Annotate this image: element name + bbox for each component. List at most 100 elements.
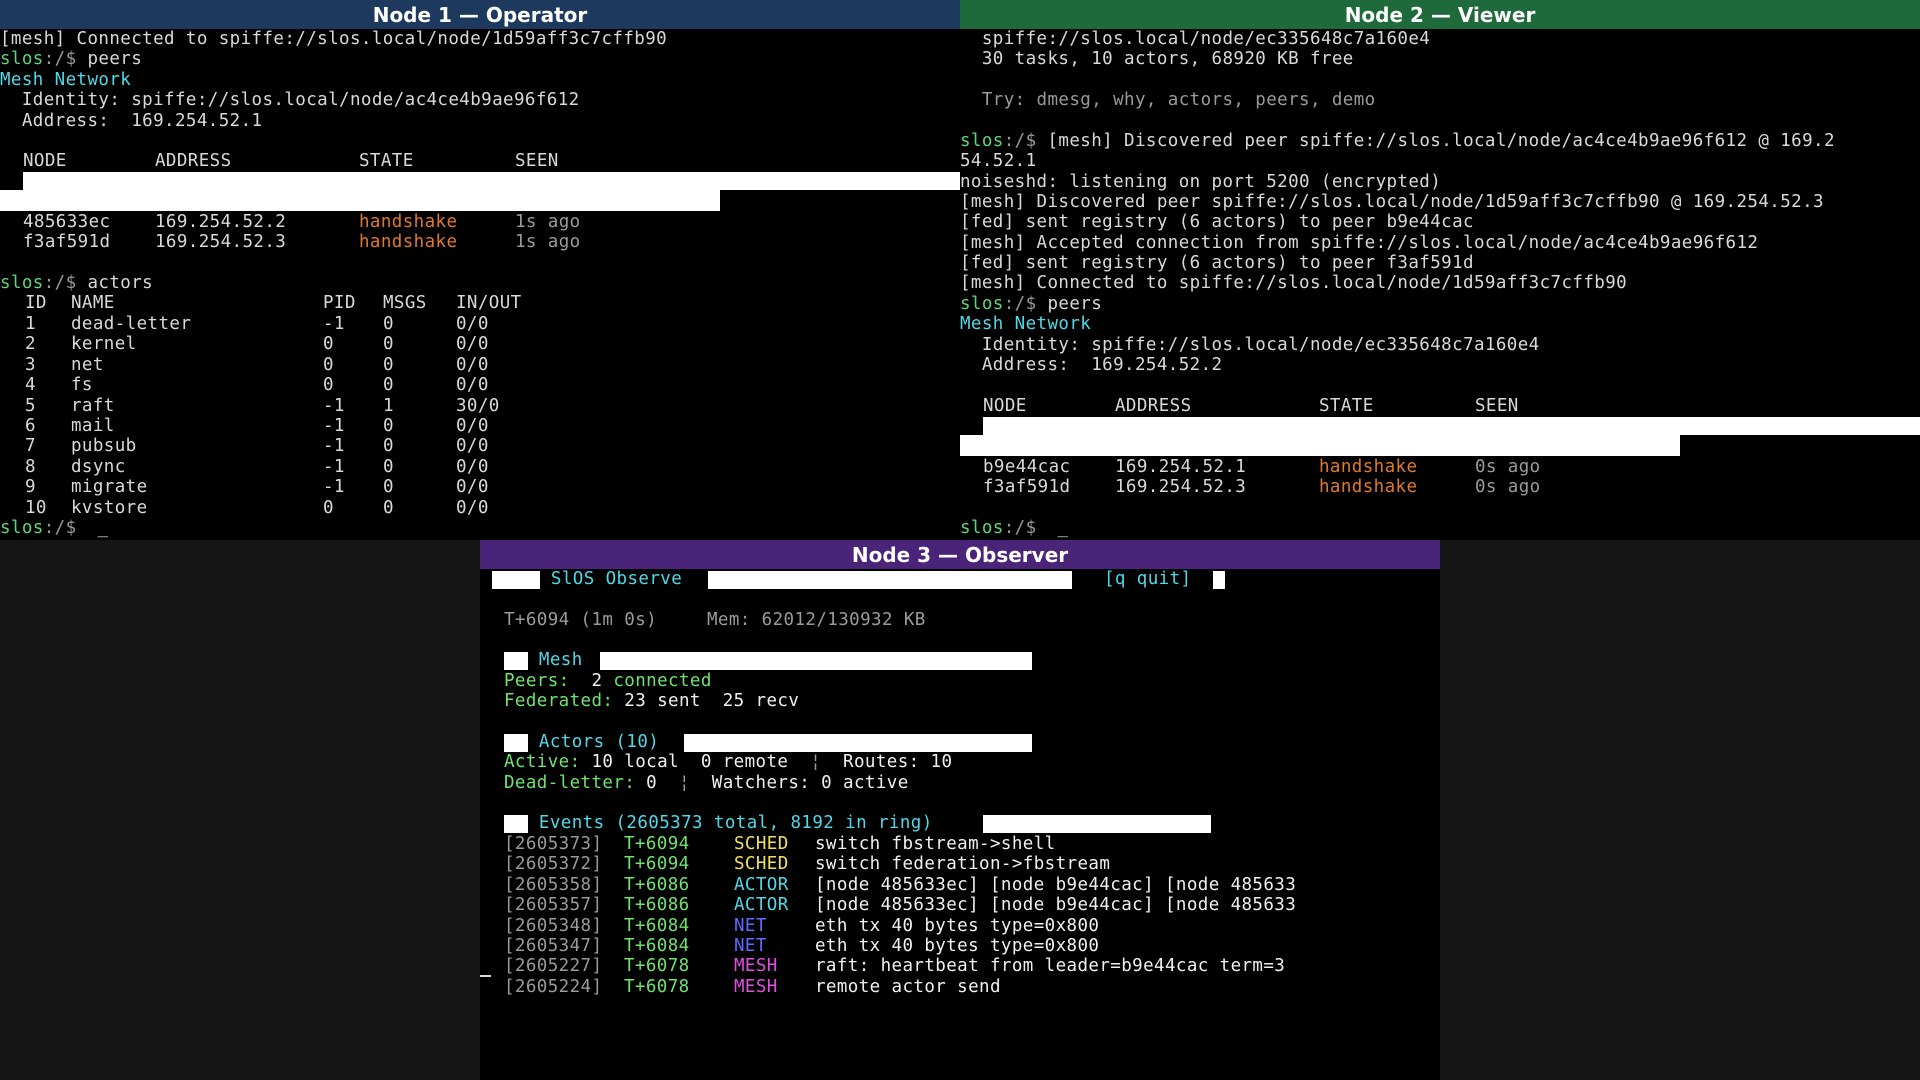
col-state-header: STATE	[1319, 396, 1374, 416]
peers-count: 2	[591, 671, 603, 691]
actor-msgs: 0	[383, 416, 394, 436]
actor-msgs: 0	[383, 314, 394, 334]
actor-name: dsync	[71, 456, 126, 477]
prompt-path: :/$	[1003, 294, 1048, 314]
log-line: 54.52.1	[960, 151, 1037, 171]
actor-id: 1	[25, 314, 36, 334]
quit-button[interactable]: [q quit]	[1104, 569, 1192, 589]
peers-state: connected	[613, 671, 712, 691]
actor-name: migrate	[71, 477, 148, 498]
actor-id: 8	[25, 456, 36, 477]
event-t: T+6094	[624, 854, 690, 875]
actor-id: 4	[25, 375, 36, 396]
actor-msgs: 0	[383, 436, 394, 457]
actor-pid: -1	[323, 416, 345, 436]
node1-pane[interactable]: Node 1 — Operator [mesh] Connected to sp…	[0, 0, 960, 540]
deadletter-row: Dead-letter: 0 ¦ Watchers: 0 active	[504, 773, 909, 793]
peer-seen: 0s ago	[1475, 457, 1541, 477]
actor-id: 7	[25, 436, 36, 457]
actor-io: 0/0	[456, 436, 489, 457]
actor-msgs: 0	[383, 477, 394, 498]
deadletter-value: 0	[646, 773, 658, 793]
event-msg: [node 485633ec] [node b9e44cac] [node 48…	[815, 895, 1297, 916]
section-marker	[504, 734, 528, 752]
actor-io: 0/0	[456, 456, 489, 477]
event-t: T+6086	[624, 895, 690, 916]
node2-terminal[interactable]: spiffe://slos.local/node/ec335648c7a160e…	[960, 29, 1920, 540]
event-t: T+6094	[624, 834, 690, 854]
node3-pane[interactable]: Node 3 — Observer SlOS Observe [q quit] …	[480, 540, 1440, 1080]
peer-node: f3af591d	[23, 232, 111, 252]
col-node-header: NODE	[23, 151, 67, 171]
actor-id: 2	[25, 334, 36, 355]
actor-name: kernel	[71, 334, 137, 355]
actor-io: 30/0	[456, 395, 500, 416]
col-seen-header: SEEN	[515, 151, 559, 171]
prompt-path: :/$	[43, 273, 88, 293]
separator-bar	[0, 190, 720, 211]
prompt-host: slos	[0, 518, 44, 538]
actor-msgs: 0	[383, 497, 394, 518]
actor-name: mail	[71, 416, 115, 436]
event-id: [2605373]	[504, 834, 603, 854]
log-line: [mesh] Discovered peer spiffe://slos.loc…	[960, 192, 1824, 212]
actor-msgs: 0	[383, 354, 394, 375]
events-section-header: Events (2605373 total, 8192 in ring)	[528, 813, 944, 833]
cursor: _	[1057, 518, 1069, 538]
peer-state: handshake	[359, 212, 458, 232]
actor-name: fs	[71, 375, 93, 396]
app-title: SlOS Observe	[540, 569, 694, 589]
section-marker	[504, 652, 528, 670]
event-kind: ACTOR	[734, 874, 789, 895]
header-bar	[1213, 571, 1225, 589]
col-seen-header: SEEN	[1475, 396, 1519, 416]
identity-line: spiffe://slos.local/node/ec335648c7a160e…	[960, 29, 1431, 49]
event-id: [2605348]	[504, 915, 603, 936]
node2-pane[interactable]: Node 2 — Viewer spiffe://slos.local/node…	[960, 0, 1920, 540]
memory: Mem: 62012/130932 KB	[707, 610, 926, 630]
event-id: [2605227]	[504, 956, 603, 977]
actor-msgs: 1	[383, 395, 394, 416]
node2-title: Node 2 — Viewer	[960, 0, 1920, 29]
header-bar	[492, 571, 540, 589]
routes: Routes: 10	[843, 752, 953, 772]
event-msg: [node 485633ec] [node b9e44cac] [node 48…	[815, 874, 1297, 895]
event-id: [2605372]	[504, 854, 603, 875]
peer-node: b9e44cac	[983, 457, 1071, 477]
event-kind: SCHED	[734, 834, 789, 854]
event-t: T+6084	[624, 936, 690, 956]
actor-id: 5	[25, 395, 36, 416]
mesh-header: Mesh Network	[960, 314, 1092, 334]
node3-observer[interactable]: SlOS Observe [q quit] T+6094 (1m 0s) Mem…	[480, 569, 1440, 1080]
peer-state: handshake	[359, 232, 458, 252]
section-marker	[504, 815, 528, 833]
separator: ¦	[678, 773, 690, 793]
log-line: [mesh] Connected to spiffe://slos.local/…	[960, 273, 1628, 293]
uptime: T+6094 (1m 0s)	[504, 610, 658, 630]
event-msg: eth tx 40 bytes type=0x800	[815, 936, 1100, 956]
prompt-host: slos	[960, 294, 1004, 314]
prompt-line: slos:/$ peers	[0, 49, 142, 69]
event-msg: switch federation->fbstream	[815, 854, 1111, 875]
prompt-path: :/$	[1003, 131, 1048, 151]
actor-msgs: 0	[383, 334, 394, 355]
prompt-host: slos	[0, 49, 44, 69]
node1-terminal[interactable]: [mesh] Connected to spiffe://slos.local/…	[0, 29, 960, 540]
peer-seen: 1s ago	[515, 212, 581, 232]
event-t: T+6078	[624, 976, 690, 997]
col-address-header: ADDRESS	[155, 151, 232, 171]
col-state-header: STATE	[359, 151, 414, 171]
actor-io: 0/0	[456, 375, 489, 396]
watchers: Watchers: 0 active	[711, 773, 909, 793]
node1-title: Node 1 — Operator	[0, 0, 960, 29]
actor-id: 6	[25, 416, 36, 436]
actor-name: kvstore	[71, 497, 148, 518]
col-node-header: NODE	[983, 396, 1027, 416]
log-line: [mesh] Accepted connection from spiffe:/…	[960, 233, 1759, 253]
peers-row: Peers: 2 connected	[504, 671, 712, 691]
prompt-host: slos	[960, 518, 1004, 538]
actor-pid: 0	[323, 375, 334, 396]
actor-id: 3	[25, 354, 36, 375]
event-kind: MESH	[734, 956, 778, 977]
actor-io: 0/0	[456, 416, 489, 436]
